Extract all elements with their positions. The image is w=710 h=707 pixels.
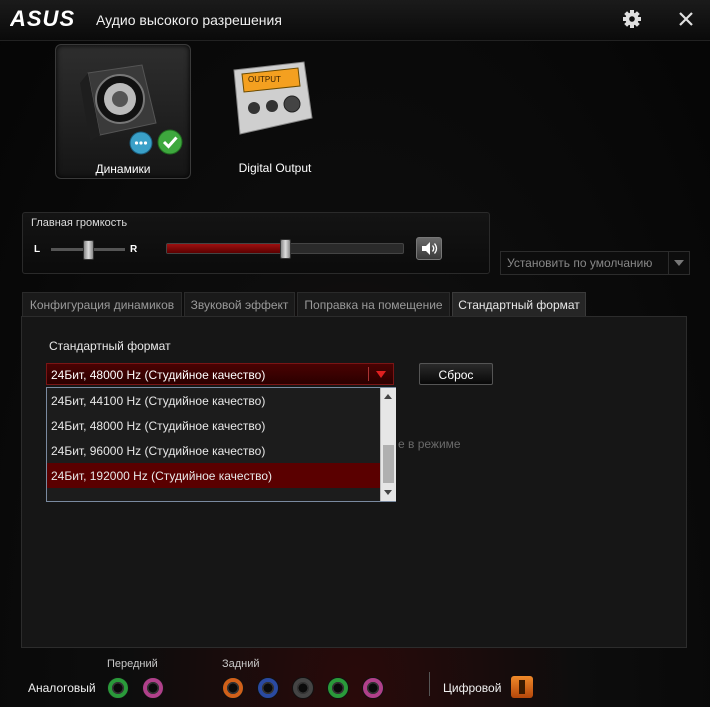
set-default-button[interactable]: Установить по умолчанию xyxy=(500,251,690,275)
scroll-down-icon[interactable] xyxy=(384,490,392,495)
check-badge-icon xyxy=(157,129,183,155)
title-bar: ASUS Аудио высокого разрешения xyxy=(0,0,710,41)
divider xyxy=(368,367,369,381)
chat-badge-icon xyxy=(129,131,153,155)
volume-slider[interactable] xyxy=(166,239,404,259)
svg-text:ASUS: ASUS xyxy=(10,6,75,31)
format-option[interactable]: 24Бит, 48000 Hz (Студийное качество) xyxy=(47,413,380,438)
format-option-label: 24Бит, 96000 Hz (Студийное качество) xyxy=(51,444,266,458)
front-jack-pink[interactable] xyxy=(142,677,164,699)
master-volume-panel: Главная громкость L R xyxy=(22,212,490,274)
chevron-down-icon xyxy=(668,252,689,274)
balance-slider-thumb[interactable] xyxy=(82,240,94,260)
gear-icon[interactable] xyxy=(622,9,642,29)
format-select[interactable]: 24Бит, 48000 Hz (Студийное качество) xyxy=(46,363,394,385)
rear-jack-pink[interactable] xyxy=(362,677,384,699)
tab-sound-effect[interactable]: Звуковой эффект xyxy=(184,292,295,316)
scroll-up-icon[interactable] xyxy=(384,394,392,399)
set-default-label: Установить по умолчанию xyxy=(507,256,653,270)
rear-jacks-label: Задний xyxy=(222,658,260,670)
device-digital-output[interactable]: OUTPUT Digital Output xyxy=(210,44,340,177)
window-title: Аудио высокого разрешения xyxy=(96,12,282,28)
device-label: Динамики xyxy=(95,162,151,176)
format-option-label: 24Бит, 192000 Hz (Студийное качество) xyxy=(51,469,273,483)
digital-label: Цифровой xyxy=(443,681,502,695)
format-option-highlighted[interactable]: 24Бит, 192000 Hz (Студийное качество) xyxy=(47,463,380,488)
format-option[interactable]: 24Бит, 44100 Hz (Студийное качество) xyxy=(47,388,380,413)
tab-speaker-config[interactable]: Конфигурация динамиков xyxy=(22,292,182,316)
rear-jack-blue[interactable] xyxy=(257,677,279,699)
digital-output-icon: OUTPUT xyxy=(233,61,313,135)
rear-jack-green[interactable] xyxy=(327,677,349,699)
volume-slider-fill xyxy=(167,244,285,253)
balance-slider[interactable] xyxy=(51,240,125,260)
app-window: { "window": { "brand": "ASUS", "title": … xyxy=(0,0,710,707)
asus-logo: ASUS xyxy=(10,6,75,31)
scrollbar-thumb[interactable] xyxy=(383,445,394,483)
rear-jack-black[interactable] xyxy=(292,677,314,699)
format-dropdown-list: 24Бит, 44100 Hz (Студийное качество) 24Б… xyxy=(46,387,396,502)
tab-room-correction[interactable]: Поправка на помещение xyxy=(297,292,450,316)
speaker-icon xyxy=(80,64,157,141)
reset-button[interactable]: Сброс xyxy=(419,363,493,385)
divider xyxy=(429,672,430,696)
master-volume-title: Главная громкость xyxy=(31,217,128,229)
format-option-label: 24Бит, 48000 Hz (Студийное качество) xyxy=(51,419,266,433)
device-label: Digital Output xyxy=(238,161,312,175)
mute-button[interactable] xyxy=(416,237,442,260)
format-select-value: 24Бит, 48000 Hz (Студийное качество) xyxy=(51,368,266,382)
obscured-text: е в режиме xyxy=(398,437,461,451)
svg-text:OUTPUT: OUTPUT xyxy=(248,75,281,84)
speaker-volume-icon xyxy=(422,242,438,255)
triangle-down-icon xyxy=(376,371,386,378)
balance-left-label: L xyxy=(34,244,41,255)
analog-label: Аналоговый xyxy=(28,681,96,695)
volume-slider-thumb[interactable] xyxy=(279,239,291,259)
balance-right-label: R xyxy=(130,244,138,255)
front-jack-green[interactable] xyxy=(107,677,129,699)
close-icon[interactable] xyxy=(676,9,696,29)
format-option[interactable]: 24Бит, 96000 Hz (Студийное качество) xyxy=(47,438,380,463)
rear-jack-orange[interactable] xyxy=(222,677,244,699)
format-option-label: 24Бит, 44100 Hz (Студийное качество) xyxy=(51,394,266,408)
front-jacks-label: Передний xyxy=(107,658,158,670)
dropdown-scrollbar[interactable] xyxy=(380,388,396,501)
default-format-label: Стандартный формат xyxy=(49,339,171,353)
spdif-port-icon[interactable] xyxy=(511,676,533,698)
device-speakers[interactable]: Динамики xyxy=(55,44,191,179)
tab-default-format[interactable]: Стандартный формат xyxy=(452,292,586,316)
